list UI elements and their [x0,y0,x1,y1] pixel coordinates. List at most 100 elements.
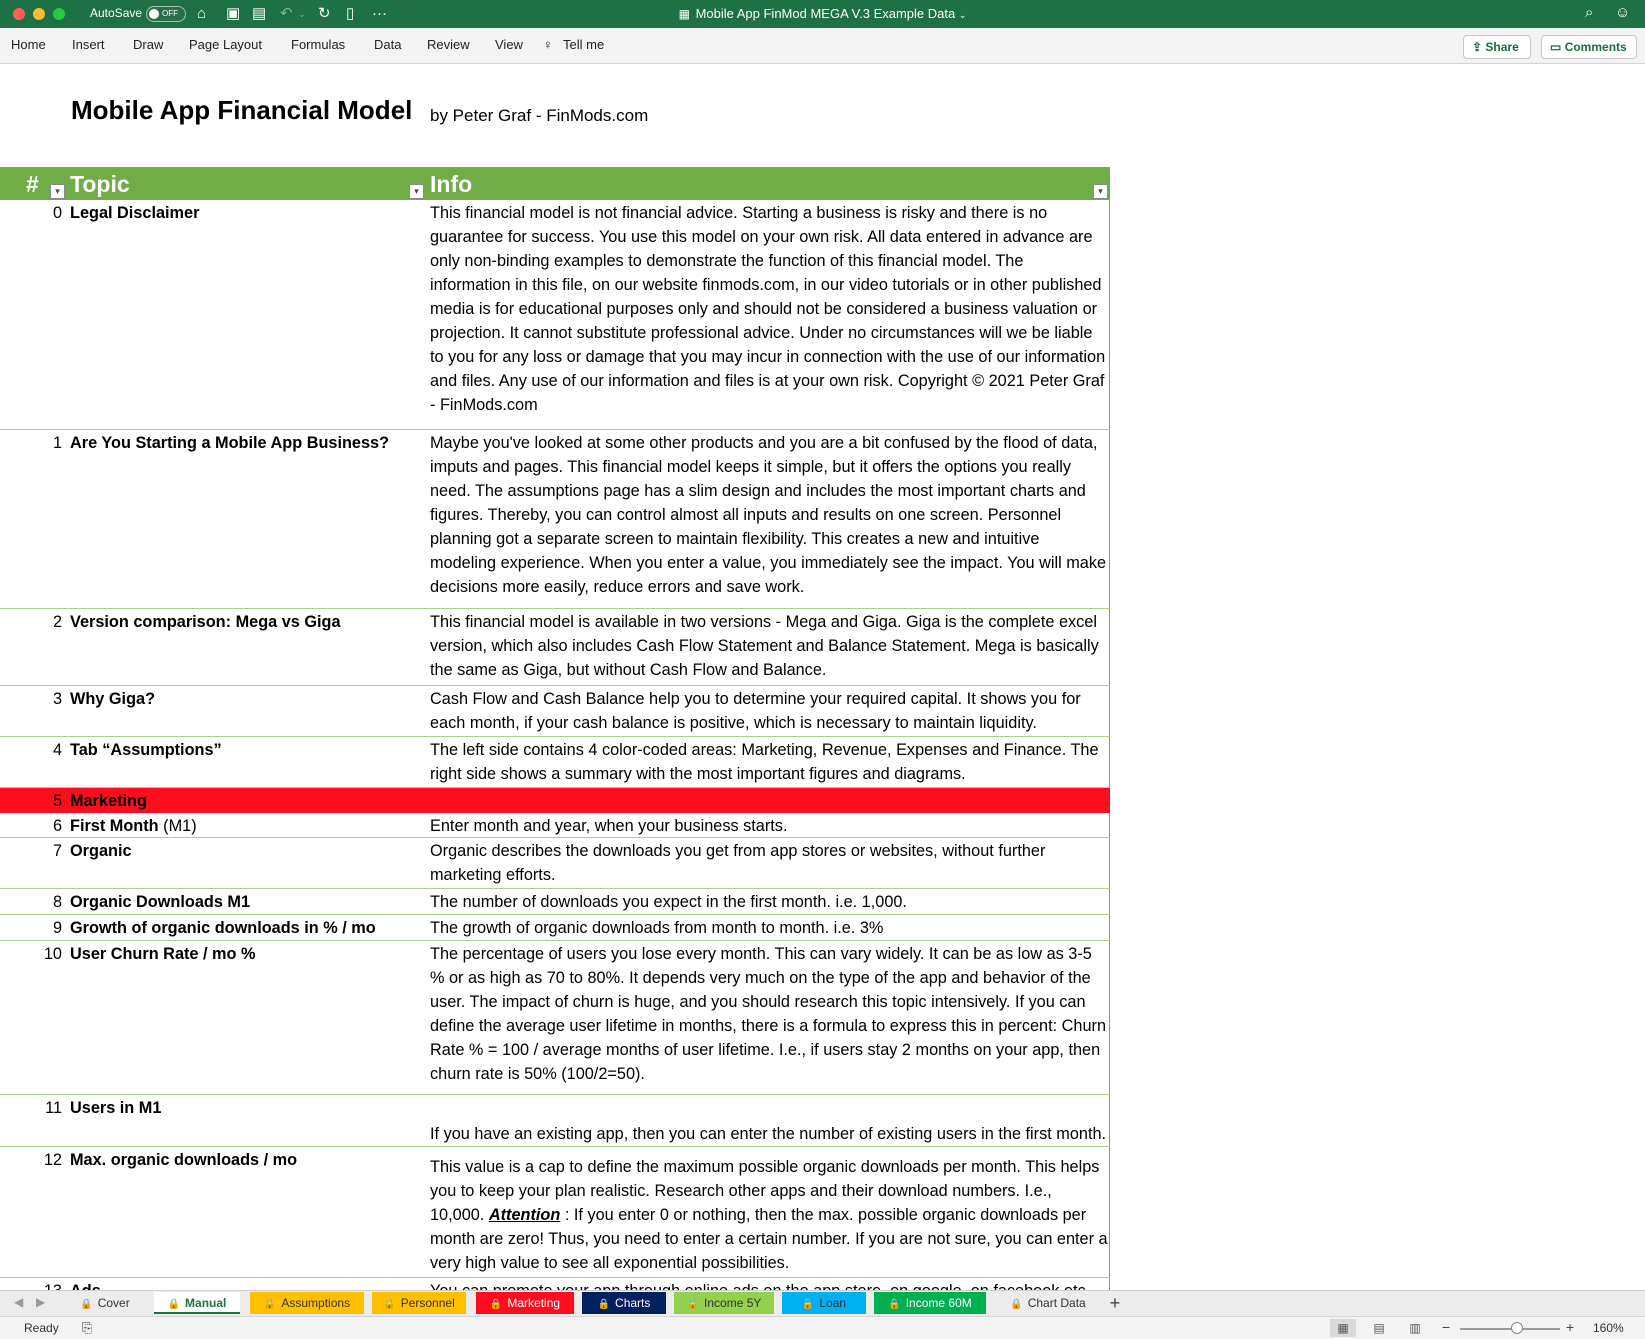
lock-icon: 🔒 [383,1299,396,1310]
sheet-tab-assumptions[interactable]: 🔒 Assumptions [250,1292,364,1314]
table-row[interactable]: 8 Organic Downloads M1 The number of dow… [0,889,1110,915]
comments-button[interactable]: ▭ Comments [1541,35,1637,59]
sheet-subtitle: by Peter Graf - FinMods.com [430,106,649,125]
row-info: You can promote your app through online … [430,1279,1108,1290]
row-number: 5 [52,792,62,810]
tab-page-layout[interactable]: Page Layout [189,37,262,52]
row-number: 10 [43,945,62,963]
table-row[interactable]: 1 Are You Starting a Mobile App Business… [0,430,1110,609]
sheet-tab-income-5y[interactable]: 🔒 Income 5Y [674,1292,774,1314]
row-info: This financial model is available in two… [430,613,1099,679]
lightbulb-icon: ♀ [543,37,553,52]
row-info: The number of downloads you expect in th… [430,893,907,911]
row-info: This financial model is not financial ad… [430,204,1106,414]
row-topic: Legal Disclaimer [70,204,200,222]
sheet-title: Mobile App Financial Model [71,95,413,125]
table-row[interactable]: 6 First Month (M1) Enter month and year,… [0,813,1110,838]
table-row[interactable]: 7 Organic Organic describes the download… [0,838,1110,889]
tab-home[interactable]: Home [11,37,46,52]
row-number: 13 [0,1279,62,1290]
tell-me-search[interactable]: Tell me [563,37,604,52]
table-row[interactable]: 2 Version comparison: Mega vs Giga This … [0,609,1110,686]
row-info: Organic describes the downloads you get … [430,842,1046,884]
sheet-tab-marketing[interactable]: 🔒 Marketing [476,1292,574,1314]
sheet-tab-charts[interactable]: 🔒 Charts [582,1292,666,1314]
zoom-out-button[interactable]: − [1442,1319,1450,1335]
row-topic: Users in M1 [70,1099,162,1117]
table-row[interactable]: 10 User Churn Rate / mo % The percentage… [0,941,1110,1095]
section-row-marketing[interactable]: 5 Marketing [0,788,1110,813]
status-bar: Ready ⎘ ▦ ▤ ▥ − + 160% [0,1316,1645,1339]
zoom-slider[interactable] [1460,1328,1560,1330]
row-topic: Tab “Assumptions” [70,741,222,759]
table-row[interactable]: 3 Why Giga? Cash Flow and Cash Balance h… [0,686,1110,737]
row-number: 9 [52,919,62,937]
worksheet[interactable]: Mobile App Financial Model by Peter Graf… [0,65,1645,1290]
row-info: The percentage of users you lose every m… [430,945,1107,1083]
sheet-tab-label: Chart Data [1027,1296,1086,1310]
table-row[interactable]: 0 Legal Disclaimer This financial model … [0,200,1110,430]
zoom-level[interactable]: 160% [1593,1321,1624,1335]
row-info: Cash Flow and Cash Balance help you to d… [430,690,1081,732]
tab-insert[interactable]: Insert [72,37,105,52]
table-row[interactable]: 11 Users in M1 If you have an existing a… [0,1095,1110,1147]
sheet-tab-label: Cover [97,1296,130,1310]
row-info: If you have an existing app, then you ca… [430,1125,1107,1143]
row-topic: First Month (M1) [70,814,420,838]
lock-icon: 🔒 [1010,1299,1023,1310]
add-sheet-button[interactable]: + [1100,1292,1130,1314]
lock-icon: 🔒 [686,1299,700,1310]
tab-draw[interactable]: Draw [133,37,163,52]
table-row[interactable]: 4 Tab “Assumptions” The left side contai… [0,737,1110,788]
sheet-tab-loan[interactable]: 🔒 Loan [782,1292,866,1314]
excel-file-icon: ▦ [678,7,690,21]
table-row[interactable]: 13 Ads You can promote your app through … [0,1278,1110,1290]
sheet-tab-chart-data[interactable]: 🔒 Chart Data [996,1292,1100,1314]
page-break-view-icon[interactable]: ▥ [1402,1319,1428,1337]
sheet-tab-label: Charts [615,1296,651,1310]
sheet-tab-label: Manual [185,1296,227,1310]
accessibility-icon[interactable]: ⎘ [82,1320,92,1336]
tab-data[interactable]: Data [374,37,401,52]
scroll-tabs-right-icon[interactable]: ▶ [36,1295,45,1309]
manual-table: 0 Legal Disclaimer This financial model … [0,200,1110,1290]
lock-icon: 🔒 [597,1299,611,1310]
account-icon[interactable]: ☺ [1615,4,1630,21]
header-num: # [26,171,39,197]
tab-review[interactable]: Review [427,37,470,52]
row-topic: Max. organic downloads / mo [70,1151,298,1169]
tab-view[interactable]: View [495,37,523,52]
scroll-tabs-left-icon[interactable]: ◀ [14,1295,23,1309]
info-filter-icon[interactable]: ▾ [1093,184,1108,199]
zoom-slider-handle[interactable] [1511,1322,1523,1334]
sheet-tab-manual[interactable]: 🔒 Manual [154,1292,240,1314]
tab-formulas[interactable]: Formulas [291,37,345,52]
sheet-tab-personnel[interactable]: 🔒 Personnel [372,1292,466,1314]
title-bar: AutoSave OFF ⌂ ▣ ▤ ↶ ⌄ ↻ ▯ ··· ▦ Mobile … [0,0,1645,28]
share-button[interactable]: ⇪ Share [1463,35,1531,59]
title-chevron-down-icon[interactable]: ⌄ [959,10,967,20]
sheet-tab-income-60m[interactable]: 🔒 Income 60M [874,1292,986,1314]
document-title-text: Mobile App FinMod MEGA V.3 Example Data [695,6,956,21]
normal-view-icon[interactable]: ▦ [1330,1319,1356,1337]
topic-filter-icon[interactable]: ▾ [409,184,424,199]
sheet-tab-cover[interactable]: 🔒 Cover [66,1292,144,1314]
row-number: 12 [43,1151,62,1169]
row-info: The growth of organic downloads from mon… [430,919,884,937]
num-filter-sort-icon[interactable]: ▾ [50,184,65,199]
row-topic: Ads [70,1279,420,1290]
row-number: 3 [52,690,62,708]
row-number: 8 [52,893,62,911]
zoom-in-button[interactable]: + [1566,1319,1574,1335]
page-layout-view-icon[interactable]: ▤ [1366,1319,1392,1337]
row-topic-suffix: (M1) [163,817,197,835]
table-row[interactable]: 12 Max. organic downloads / mo This valu… [0,1147,1110,1278]
row-topic: Organic [70,842,132,860]
lock-icon: 🔒 [801,1299,815,1310]
row-topic-main: First Month [70,817,159,835]
row-number: 0 [52,204,62,222]
search-icon[interactable]: ⌕ [1585,4,1593,21]
table-header: # ▾ Topic ▾ Info ▾ [0,167,1110,200]
sheet-tab-bar: ◀ ▶ 🔒 Cover 🔒 Manual 🔒 Assumptions 🔒 Personn… [0,1290,1645,1316]
table-row[interactable]: 9 Growth of organic downloads in % / mo … [0,915,1110,941]
